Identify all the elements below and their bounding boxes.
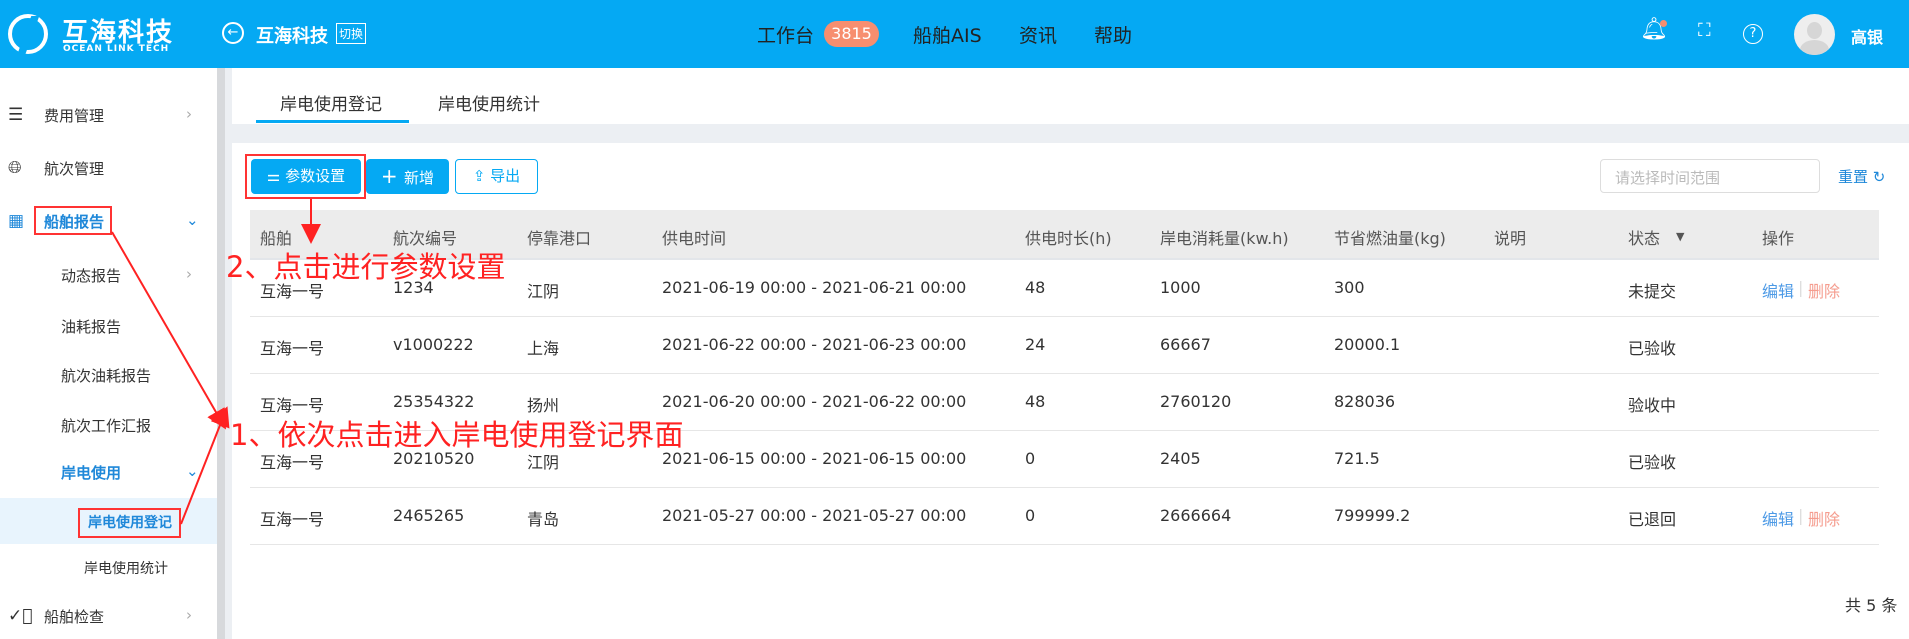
annotation-step1: 1、依次点击进入岸电使用登记界面 xyxy=(230,418,684,452)
arrow-from-ship-report xyxy=(111,231,226,430)
annotation-arrows xyxy=(111,199,321,525)
arrow-from-register xyxy=(180,406,230,525)
annotation-step2: 2、点击进行参数设置 xyxy=(226,250,506,284)
